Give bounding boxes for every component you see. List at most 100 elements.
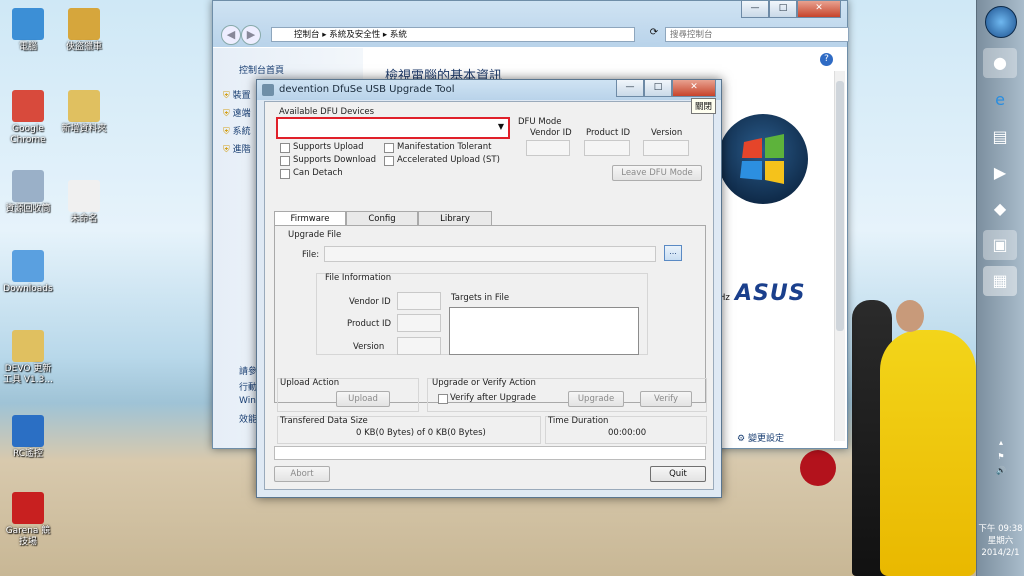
accelerated-checkbox[interactable] — [384, 156, 394, 166]
help-icon[interactable]: ? — [820, 53, 833, 66]
desktop-icon[interactable]: DEVO 更新工具 V1.3... — [2, 330, 54, 386]
upgrade-file-label: Upgrade File — [288, 230, 342, 240]
leave-dfu-button[interactable]: Leave DFU Mode — [612, 165, 702, 181]
back-button[interactable]: ◀ — [221, 25, 241, 45]
desktop-icon[interactable]: 未命名 — [58, 180, 110, 225]
system-task-icon[interactable]: ▣ — [983, 230, 1017, 260]
verify-after-checkbox[interactable] — [438, 394, 448, 404]
device-select[interactable]: ▼ — [276, 117, 510, 139]
app-task-icon[interactable]: ◆ — [983, 194, 1017, 224]
manifestation-checkbox[interactable] — [384, 143, 394, 153]
fi-product-id-label: Product ID — [347, 319, 392, 329]
desktop-icon[interactable]: RC遙控 — [2, 415, 54, 460]
sidebar-item[interactable]: ⛨ 遠端 — [223, 106, 251, 119]
vendor-id-field — [526, 140, 570, 156]
forward-button[interactable]: ▶ — [241, 25, 261, 45]
can-detach-label: Can Detach — [293, 168, 343, 178]
transferred-label: Transfered Data Size — [280, 416, 368, 426]
sidebar-bottom-item[interactable]: Win — [239, 396, 256, 406]
desktop-icon-label: 未命名 — [70, 214, 98, 224]
scrollbar[interactable] — [834, 71, 845, 441]
upload-action-group: Upload Action Upload — [277, 378, 419, 412]
refresh-icon[interactable]: ⟳ — [645, 27, 663, 42]
verify-after-label: Verify after Upgrade — [450, 393, 536, 403]
dropdown-arrow-icon: ▼ — [497, 122, 504, 131]
upgrade-verify-group: Upgrade or Verify Action Verify after Up… — [427, 378, 707, 412]
start-button[interactable] — [985, 6, 1017, 38]
sidebar-item[interactable]: ⛨ 系統 — [223, 124, 251, 137]
abort-button[interactable]: Abort — [274, 466, 330, 482]
sidebar-bottom-item[interactable]: 效能 — [239, 412, 257, 425]
window-title: devention DfuSe USB Upgrade Tool — [279, 84, 455, 95]
supports-upload-label: Supports Upload — [293, 142, 364, 152]
clock[interactable]: 下午 09:38 星期六 2014/2/1 — [977, 523, 1024, 559]
supports-download-checkbox[interactable] — [280, 156, 290, 166]
shield-icon: ⛨ — [223, 145, 230, 155]
close-tooltip: 關閉 — [691, 98, 717, 114]
upload-button[interactable]: Upload — [336, 391, 390, 407]
desktop-icon[interactable]: Downloads — [2, 250, 54, 295]
desktop-icon-label: 新增資料夾 — [61, 124, 107, 134]
browse-button[interactable]: ... — [664, 245, 682, 261]
product-id-field — [584, 140, 630, 156]
search-input[interactable] — [665, 27, 849, 42]
supports-download-label: Supports Download — [293, 155, 376, 165]
vendor-id-label: Vendor ID — [530, 128, 572, 138]
close-button[interactable]: ✕ — [797, 1, 841, 18]
can-detach-checkbox[interactable] — [280, 169, 290, 179]
transferred-value: 0 KB(0 Bytes) of 0 KB(0 Bytes) — [356, 428, 486, 438]
verify-button[interactable]: Verify — [640, 391, 692, 407]
tray-icons[interactable]: ▴ ⚑ 🔊 — [985, 436, 1017, 478]
upgrade-verify-label: Upgrade or Verify Action — [432, 378, 536, 388]
desktop-icon-image — [12, 492, 44, 524]
dfu-titlebar: devention DfuSe USB Upgrade Tool — □ ✕ — [257, 80, 721, 100]
desktop-icon-label: 資源回收筒 — [5, 204, 51, 214]
maximize-button[interactable]: □ — [769, 1, 797, 18]
dfu-task-icon[interactable]: ▦ — [983, 266, 1017, 296]
time-group: Time Duration 00:00:00 — [545, 416, 707, 444]
fi-product-id-field — [397, 314, 441, 332]
dfu-mode-label: DFU Mode — [518, 117, 562, 127]
desktop-icon-image — [12, 415, 44, 447]
control-panel-home-link[interactable]: 控制台首頁 — [239, 63, 284, 76]
supports-upload-checkbox[interactable] — [280, 143, 290, 153]
sidebar-bottom-item[interactable]: 請參 — [239, 364, 257, 377]
desktop-icon[interactable]: 新增資料夾 — [58, 90, 110, 135]
sidebar-item[interactable]: ⛨ 進階 — [223, 142, 251, 155]
desktop-icon[interactable]: Garena 競技場 — [2, 492, 54, 548]
desktop-icon[interactable]: Google Chrome — [2, 90, 54, 146]
version-label: Version — [651, 128, 683, 138]
dfu-minimize-button[interactable]: — — [616, 80, 644, 97]
product-id-label: Product ID — [586, 128, 631, 138]
targets-list[interactable] — [449, 307, 639, 355]
quit-button[interactable]: Quit — [650, 466, 706, 482]
desktop-icon-label: Google Chrome — [10, 124, 46, 145]
change-settings-link[interactable]: ⚙ 變更設定 — [737, 431, 784, 444]
desktop-icon-label: DEVO 更新工具 V1.3... — [3, 364, 53, 385]
asus-logo: ASUS — [735, 281, 806, 306]
desktop-icon[interactable]: 俠盜獵車 — [58, 8, 110, 53]
explorer-task-icon[interactable]: ▤ — [983, 122, 1017, 152]
sidebar-bottom-item[interactable]: 行動 — [239, 380, 257, 393]
file-path-field[interactable] — [324, 246, 656, 262]
ie-task-icon[interactable]: e — [983, 85, 1017, 115]
desktop-icon[interactable]: 電腦 — [2, 8, 54, 53]
upgrade-button[interactable]: Upgrade — [568, 391, 624, 407]
address-bar[interactable]: 控制台 ▸ 系統及安全性 ▸ 系統 — [271, 27, 635, 42]
desktop-icon-label: Garena 競技場 — [5, 526, 51, 547]
targets-label: Targets in File — [451, 293, 510, 303]
media-player-task-icon[interactable]: ▶ — [983, 158, 1017, 188]
time-value: 00:00:00 — [608, 428, 647, 438]
tab-config[interactable]: Config — [346, 211, 418, 226]
minimize-button[interactable]: — — [741, 1, 769, 18]
tab-library[interactable]: Library — [418, 211, 492, 226]
sidebar-item[interactable]: ⛨ 裝置 — [223, 88, 251, 101]
desktop-icon-image — [12, 8, 44, 40]
manifestation-label: Manifestation Tolerant — [397, 142, 492, 152]
desktop-icon[interactable]: 資源回收筒 — [2, 170, 54, 215]
dfu-maximize-button[interactable]: □ — [644, 80, 672, 97]
desktop-icon-image — [68, 8, 100, 40]
dfu-close-button[interactable]: ✕ — [672, 80, 716, 97]
upload-action-label: Upload Action — [280, 378, 340, 388]
chrome-task-icon[interactable]: ● — [983, 48, 1017, 78]
